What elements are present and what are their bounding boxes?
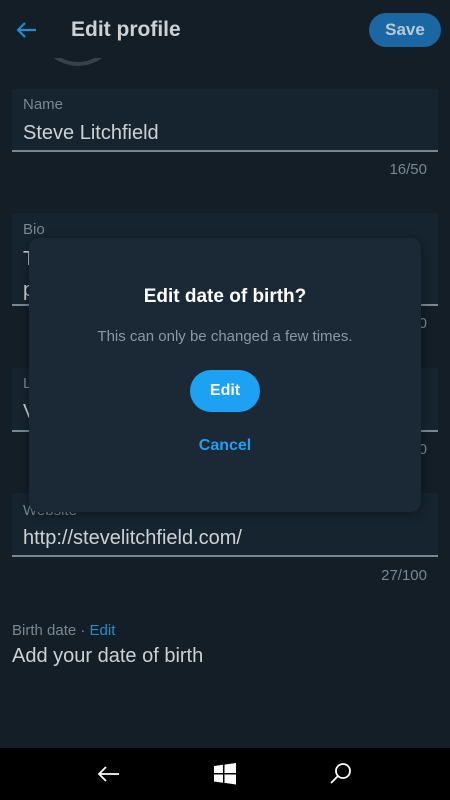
- dialog-edit-button[interactable]: Edit: [190, 370, 260, 412]
- dialog-message: This can only be changed a few times.: [97, 328, 353, 345]
- dialog-title: Edit date of birth?: [143, 286, 307, 307]
- dialog-cancel-button[interactable]: Cancel: [175, 437, 275, 455]
- system-nav-bar: [0, 748, 450, 800]
- edit-profile-screen: Edit profile Save Name Steve Litchfield …: [0, 0, 450, 748]
- search-icon[interactable]: [327, 760, 355, 788]
- edit-birth-date-dialog: Edit date of birth? This can only be cha…: [29, 238, 421, 512]
- back-icon[interactable]: [95, 760, 123, 788]
- windows-start-icon[interactable]: [211, 760, 239, 788]
